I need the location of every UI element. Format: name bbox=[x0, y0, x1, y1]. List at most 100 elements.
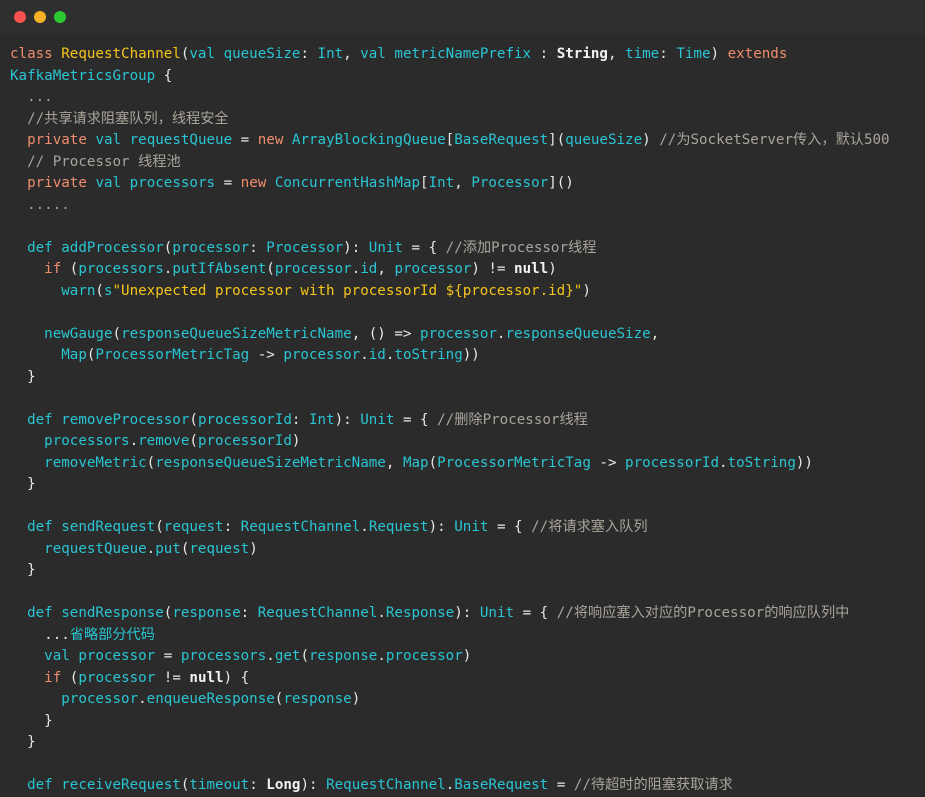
code-token: processor bbox=[283, 347, 361, 363]
code-token: get bbox=[274, 648, 301, 664]
code-token: , bbox=[385, 454, 403, 471]
code-token: , bbox=[454, 175, 472, 191]
code-token: ProcessorMetricTag bbox=[95, 347, 250, 363]
code-token: Unit bbox=[454, 519, 489, 535]
code-token: , bbox=[650, 325, 660, 342]
code-token: )) bbox=[462, 347, 480, 363]
code-line: Map(ProcessorMetricTag -> processor.id.t… bbox=[10, 345, 925, 367]
code-token: -> bbox=[249, 347, 284, 363]
code-token: != bbox=[155, 669, 190, 686]
code-token: Unit bbox=[368, 239, 403, 256]
code-token: . bbox=[360, 347, 369, 363]
code-token: processors bbox=[180, 648, 267, 664]
code-token: if bbox=[44, 261, 62, 277]
code-token: [ bbox=[445, 132, 455, 148]
code-token: Response bbox=[385, 605, 455, 621]
code-token: KafkaMetricsGroup bbox=[10, 67, 156, 84]
code-token: = { bbox=[514, 605, 557, 621]
code-token: [ bbox=[420, 175, 429, 191]
code-token: ArrayBlockingQueue bbox=[291, 132, 446, 148]
code-token: ) bbox=[249, 540, 258, 557]
code-token: Unit bbox=[360, 411, 395, 428]
code-token: toString bbox=[394, 347, 463, 363]
code-token: ) bbox=[291, 433, 301, 449]
code-token: ( bbox=[61, 261, 79, 277]
code-token: def bbox=[27, 239, 53, 256]
code-line: } bbox=[10, 732, 925, 754]
code-token: ): bbox=[343, 239, 369, 256]
code-token: } bbox=[10, 734, 36, 750]
code-token: processor bbox=[394, 261, 472, 277]
code-token: val bbox=[95, 132, 122, 148]
code-token: metricNamePrefix bbox=[394, 46, 532, 62]
code-line: } bbox=[10, 367, 925, 389]
code-line: processor.enqueueResponse(response) bbox=[10, 689, 925, 711]
code-token: timeout bbox=[189, 777, 250, 793]
code-token: sendResponse bbox=[61, 605, 164, 621]
code-token: Int bbox=[428, 175, 455, 191]
code-token: Time bbox=[676, 46, 711, 62]
code-line: newGauge(responseQueueSizeMetricName, ()… bbox=[10, 324, 925, 346]
code-token: ( bbox=[112, 325, 122, 342]
code-token: //添加Processor线程 bbox=[445, 239, 597, 256]
code-token: class bbox=[10, 46, 62, 62]
code-line: private val requestQueue = new ArrayBloc… bbox=[10, 130, 925, 152]
code-token: : bbox=[249, 239, 267, 256]
code-token: ( bbox=[155, 519, 164, 535]
code-token: removeMetric bbox=[44, 454, 147, 471]
close-button[interactable] bbox=[14, 11, 26, 23]
code-token: //删除Processor线程 bbox=[437, 411, 588, 428]
code-token: val bbox=[44, 648, 70, 664]
code-token: ) bbox=[582, 282, 591, 299]
code-token: . bbox=[266, 648, 275, 664]
code-token: ConcurrentHashMap bbox=[274, 175, 421, 191]
code-token: private bbox=[27, 175, 87, 191]
code-token: responseQueueSize bbox=[505, 325, 651, 342]
code-token: , () => bbox=[351, 325, 421, 342]
code-token: warn bbox=[61, 282, 96, 299]
code-line: // Processor 线程池 bbox=[10, 152, 925, 174]
maximize-button[interactable] bbox=[54, 11, 66, 23]
code-token: : bbox=[659, 46, 677, 62]
code-token: ) bbox=[548, 261, 557, 277]
code-token: . bbox=[138, 691, 147, 707]
code-line: warn(s"Unexpected processor with process… bbox=[10, 281, 925, 303]
code-token: response bbox=[283, 691, 352, 707]
code-area[interactable]: class RequestChannel (val queueSize: Int,… bbox=[0, 34, 925, 797]
code-token: processor bbox=[78, 669, 156, 686]
code-token: ( bbox=[146, 454, 156, 471]
code-token: ) bbox=[462, 648, 472, 664]
code-token: requestQueue bbox=[44, 540, 147, 557]
code-token: "Unexpected processor with processorId $… bbox=[112, 282, 583, 299]
code-token: : bbox=[291, 411, 309, 428]
code-line: } bbox=[10, 711, 925, 733]
code-token: . bbox=[377, 605, 386, 621]
code-token: . bbox=[129, 433, 139, 449]
code-token: id bbox=[360, 261, 378, 277]
code-line: ..... bbox=[10, 195, 925, 217]
code-token: ) { bbox=[223, 669, 250, 686]
code-token: Map bbox=[61, 347, 87, 363]
code-token: put bbox=[155, 540, 181, 557]
minimize-button[interactable] bbox=[34, 11, 46, 23]
code-token: ... bbox=[10, 626, 70, 643]
code-line: if (processors.putIfAbsent(processor.id,… bbox=[10, 259, 925, 281]
code-token: ( bbox=[61, 669, 79, 686]
code-token: Processor bbox=[471, 175, 549, 191]
code-token: processors bbox=[44, 433, 130, 449]
code-token: new bbox=[257, 132, 284, 148]
code-token: = bbox=[548, 777, 574, 793]
code-token: request bbox=[189, 540, 250, 557]
code-line: def sendRequest(request: RequestChannel.… bbox=[10, 517, 925, 539]
